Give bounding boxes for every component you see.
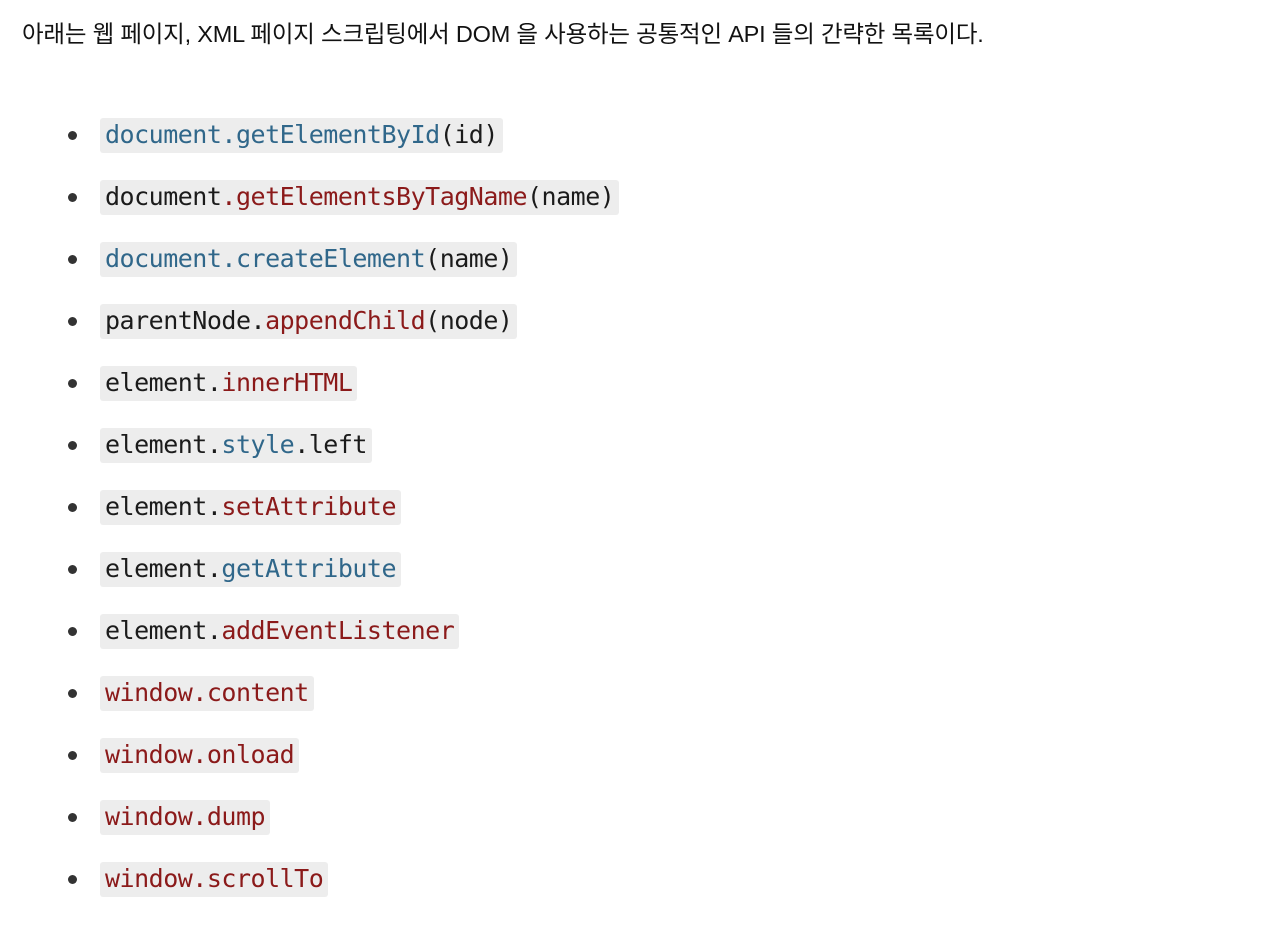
- intro-paragraph: 아래는 웹 페이지, XML 페이지 스크립팅에서 DOM 을 사용하는 공통적…: [22, 21, 984, 47]
- code-segment: .getElementsByTagName: [221, 181, 527, 211]
- bullet-icon: [68, 379, 77, 388]
- bullet-icon: [68, 565, 77, 574]
- code-segment: window.scrollTo: [105, 863, 324, 893]
- api-code[interactable]: window.scrollTo: [100, 861, 329, 897]
- code-segment: getAttribute: [221, 553, 397, 583]
- bullet-icon: [68, 255, 77, 264]
- code-segment: document.createElement: [105, 243, 426, 273]
- bullet-icon: [68, 875, 77, 884]
- bullet-icon: [68, 317, 77, 326]
- code-segment: window.dump: [105, 801, 266, 831]
- list-item: element.setAttribute: [0, 476, 1280, 538]
- bullet-icon: [68, 689, 77, 698]
- code-segment: document.getElementById: [105, 119, 440, 149]
- code-segment: element.: [105, 491, 222, 521]
- list-item: document.createElement(name): [0, 228, 1280, 290]
- api-code[interactable]: window.dump: [100, 799, 271, 835]
- api-code[interactable]: document.getElementsByTagName(name): [100, 179, 620, 215]
- code-segment: element.: [105, 367, 222, 397]
- list-item: element.innerHTML: [0, 352, 1280, 414]
- api-list: document.getElementById(id) document.getE…: [0, 104, 1280, 910]
- api-code[interactable]: parentNode.appendChild(node): [100, 303, 518, 339]
- list-item: window.scrollTo: [0, 848, 1280, 910]
- list-item: document.getElementById(id): [0, 104, 1280, 166]
- list-item: element.addEventListener: [0, 600, 1280, 662]
- code-segment: .left: [294, 429, 367, 459]
- code-segment: appendChild: [265, 305, 426, 335]
- code-segment: addEventListener: [221, 615, 455, 645]
- code-segment: element.: [105, 553, 222, 583]
- code-segment: parentNode.: [105, 305, 266, 335]
- list-item: window.dump: [0, 786, 1280, 848]
- code-segment: (id): [439, 119, 499, 149]
- api-code[interactable]: document.createElement(name): [100, 241, 518, 277]
- api-code[interactable]: window.content: [100, 675, 314, 711]
- list-item: element.style.left: [0, 414, 1280, 476]
- code-segment: (name): [425, 243, 513, 273]
- code-segment: document: [105, 181, 222, 211]
- list-item: window.onload: [0, 724, 1280, 786]
- api-code[interactable]: document.getElementById(id): [100, 117, 503, 153]
- code-segment: setAttribute: [221, 491, 397, 521]
- code-segment: (node): [425, 305, 513, 335]
- bullet-icon: [68, 131, 77, 140]
- code-segment: style: [221, 429, 295, 459]
- api-code[interactable]: element.innerHTML: [100, 365, 358, 401]
- list-item: window.content: [0, 662, 1280, 724]
- document-page: 아래는 웹 페이지, XML 페이지 스크립팅에서 DOM 을 사용하는 공통적…: [0, 0, 1280, 947]
- list-item: document.getElementsByTagName(name): [0, 166, 1280, 228]
- list-item: element.getAttribute: [0, 538, 1280, 600]
- bullet-icon: [68, 627, 77, 636]
- api-code[interactable]: element.setAttribute: [100, 489, 402, 525]
- list-item: parentNode.appendChild(node): [0, 290, 1280, 352]
- bullet-icon: [68, 193, 77, 202]
- code-segment: window.content: [105, 677, 309, 707]
- code-segment: innerHTML: [221, 367, 353, 397]
- bullet-icon: [68, 503, 77, 512]
- api-code[interactable]: element.style.left: [100, 427, 372, 463]
- code-segment: (name): [527, 181, 615, 211]
- code-segment: window.onload: [105, 739, 295, 769]
- api-code[interactable]: element.getAttribute: [100, 551, 402, 587]
- bullet-icon: [68, 751, 77, 760]
- api-code[interactable]: element.addEventListener: [100, 613, 460, 649]
- bullet-icon: [68, 441, 77, 450]
- api-code[interactable]: window.onload: [100, 737, 300, 773]
- code-segment: element.: [105, 615, 222, 645]
- bullet-icon: [68, 813, 77, 822]
- code-segment: element.: [105, 429, 222, 459]
